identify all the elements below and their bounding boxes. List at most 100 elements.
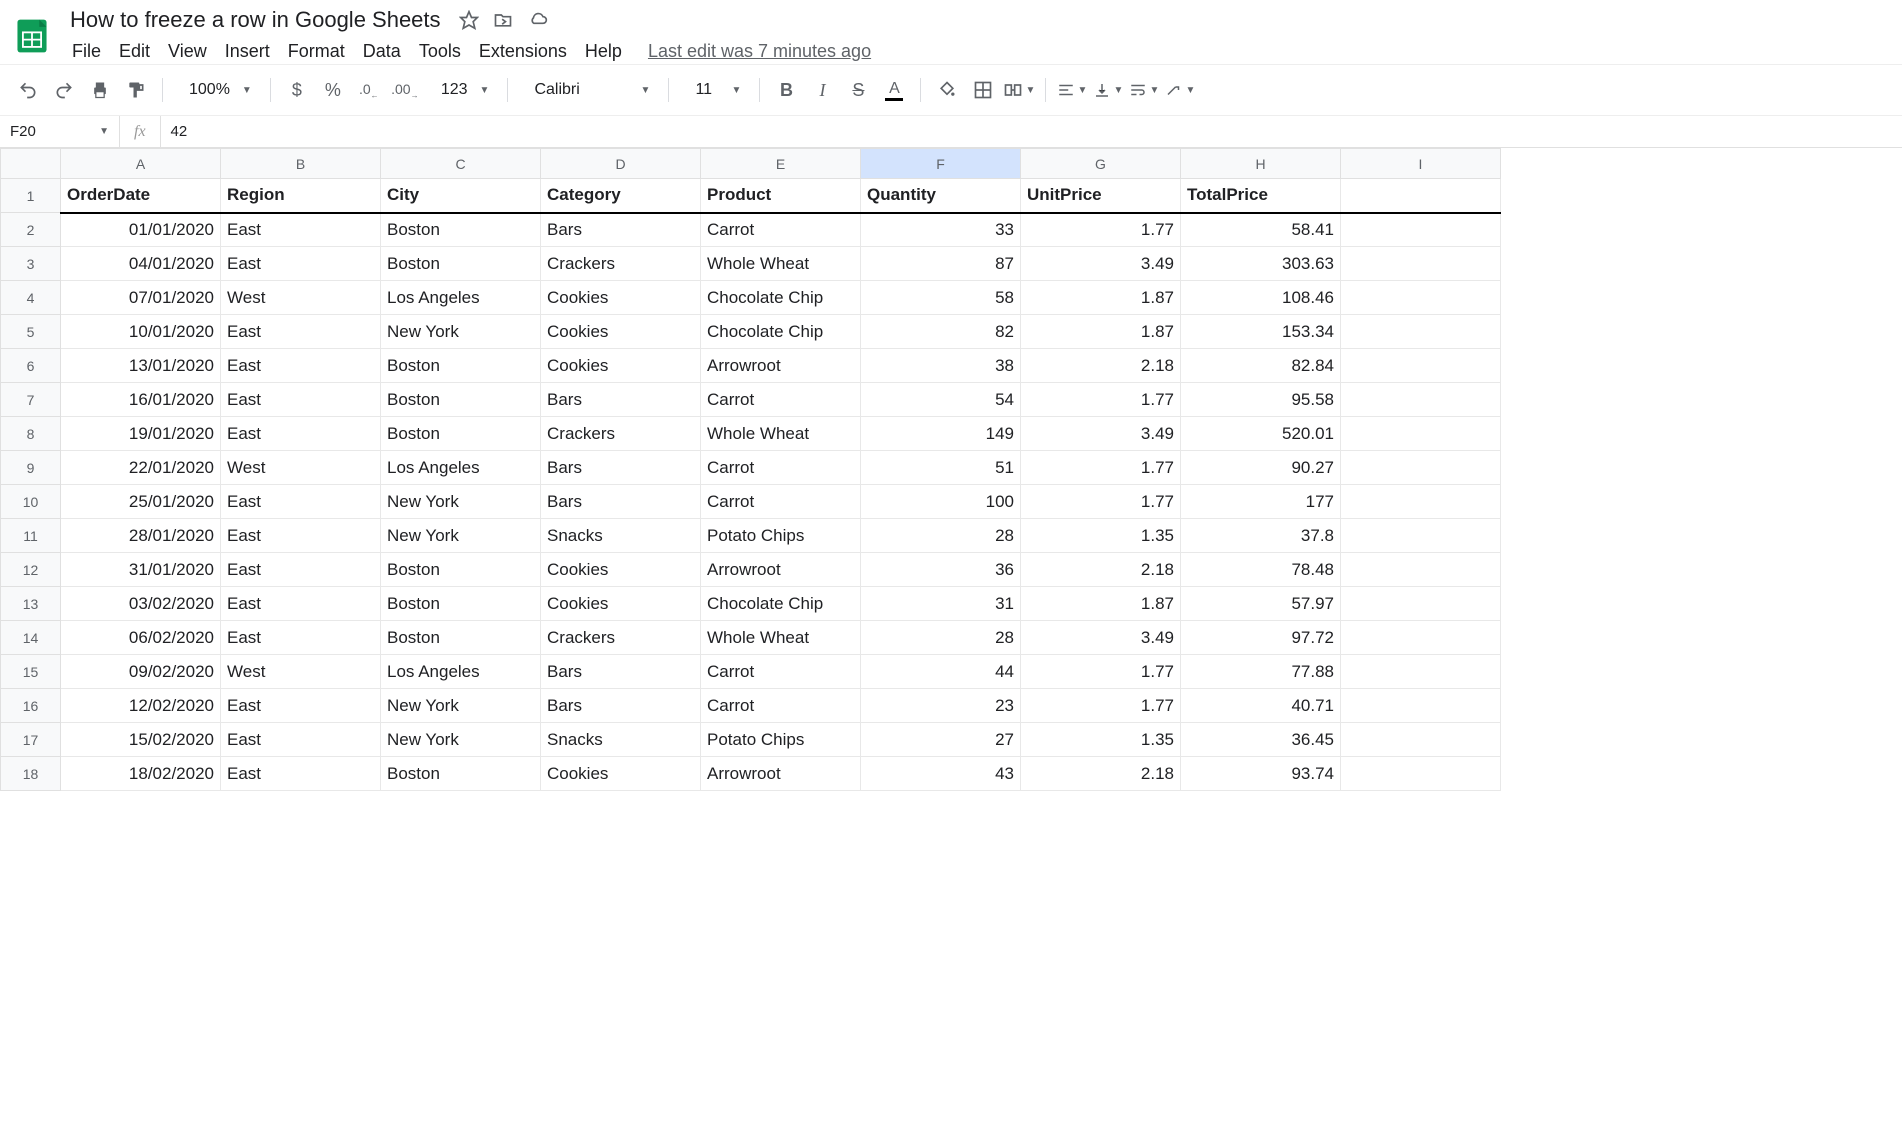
- cell-F1[interactable]: Quantity: [861, 179, 1021, 213]
- cell-C15[interactable]: Los Angeles: [381, 655, 541, 689]
- cell-I18[interactable]: [1341, 757, 1501, 791]
- cell-H18[interactable]: 93.74: [1181, 757, 1341, 791]
- cell-C17[interactable]: New York: [381, 723, 541, 757]
- percent-button[interactable]: %: [317, 74, 349, 106]
- cell-B5[interactable]: East: [221, 315, 381, 349]
- cell-D7[interactable]: Bars: [541, 383, 701, 417]
- cell-B14[interactable]: East: [221, 621, 381, 655]
- cell-B4[interactable]: West: [221, 281, 381, 315]
- cell-A16[interactable]: 12/02/2020: [61, 689, 221, 723]
- cell-F5[interactable]: 82: [861, 315, 1021, 349]
- cell-F7[interactable]: 54: [861, 383, 1021, 417]
- menu-insert[interactable]: Insert: [217, 37, 278, 66]
- menu-extensions[interactable]: Extensions: [471, 37, 575, 66]
- column-header-F[interactable]: F: [861, 149, 1021, 179]
- last-edit-link[interactable]: Last edit was 7 minutes ago: [648, 41, 871, 62]
- cell-F9[interactable]: 51: [861, 451, 1021, 485]
- cell-E18[interactable]: Arrowroot: [701, 757, 861, 791]
- cell-A6[interactable]: 13/01/2020: [61, 349, 221, 383]
- menu-view[interactable]: View: [160, 37, 215, 66]
- cell-H10[interactable]: 177: [1181, 485, 1341, 519]
- bold-button[interactable]: B: [770, 74, 802, 106]
- row-header-15[interactable]: 15: [1, 655, 61, 689]
- cell-E7[interactable]: Carrot: [701, 383, 861, 417]
- cell-B17[interactable]: East: [221, 723, 381, 757]
- cell-H8[interactable]: 520.01: [1181, 417, 1341, 451]
- star-icon[interactable]: [459, 10, 479, 30]
- row-header-17[interactable]: 17: [1, 723, 61, 757]
- spreadsheet-grid[interactable]: ABCDEFGHI 1OrderDateRegionCityCategoryPr…: [0, 148, 1902, 1094]
- cell-D11[interactable]: Snacks: [541, 519, 701, 553]
- cell-B6[interactable]: East: [221, 349, 381, 383]
- cell-C3[interactable]: Boston: [381, 247, 541, 281]
- cell-D15[interactable]: Bars: [541, 655, 701, 689]
- cell-F8[interactable]: 149: [861, 417, 1021, 451]
- cell-G10[interactable]: 1.77: [1021, 485, 1181, 519]
- column-header-A[interactable]: A: [61, 149, 221, 179]
- cell-D8[interactable]: Crackers: [541, 417, 701, 451]
- cell-I4[interactable]: [1341, 281, 1501, 315]
- text-rotation-button[interactable]: ▼: [1164, 74, 1196, 106]
- cell-F14[interactable]: 28: [861, 621, 1021, 655]
- cell-G2[interactable]: 1.77: [1021, 213, 1181, 247]
- italic-button[interactable]: I: [806, 74, 838, 106]
- cell-G6[interactable]: 2.18: [1021, 349, 1181, 383]
- paint-format-button[interactable]: [120, 74, 152, 106]
- cell-C12[interactable]: Boston: [381, 553, 541, 587]
- cell-H7[interactable]: 95.58: [1181, 383, 1341, 417]
- cell-A12[interactable]: 31/01/2020: [61, 553, 221, 587]
- cell-H14[interactable]: 97.72: [1181, 621, 1341, 655]
- cell-F17[interactable]: 27: [861, 723, 1021, 757]
- cell-A4[interactable]: 07/01/2020: [61, 281, 221, 315]
- cell-G8[interactable]: 3.49: [1021, 417, 1181, 451]
- cell-F2[interactable]: 33: [861, 213, 1021, 247]
- cell-D4[interactable]: Cookies: [541, 281, 701, 315]
- cell-E17[interactable]: Potato Chips: [701, 723, 861, 757]
- font-family-dropdown[interactable]: Calibri ▼: [518, 81, 658, 99]
- menu-format[interactable]: Format: [280, 37, 353, 66]
- row-header-5[interactable]: 5: [1, 315, 61, 349]
- column-header-E[interactable]: E: [701, 149, 861, 179]
- cell-D9[interactable]: Bars: [541, 451, 701, 485]
- cell-B15[interactable]: West: [221, 655, 381, 689]
- print-button[interactable]: [84, 74, 116, 106]
- row-header-14[interactable]: 14: [1, 621, 61, 655]
- cell-F4[interactable]: 58: [861, 281, 1021, 315]
- cell-B8[interactable]: East: [221, 417, 381, 451]
- cell-E10[interactable]: Carrot: [701, 485, 861, 519]
- cell-D5[interactable]: Cookies: [541, 315, 701, 349]
- cell-F3[interactable]: 87: [861, 247, 1021, 281]
- vertical-align-button[interactable]: ▼: [1092, 74, 1124, 106]
- cell-A9[interactable]: 22/01/2020: [61, 451, 221, 485]
- formula-input[interactable]: 42: [161, 123, 1902, 140]
- row-header-1[interactable]: 1: [1, 179, 61, 213]
- cell-E5[interactable]: Chocolate Chip: [701, 315, 861, 349]
- zoom-dropdown[interactable]: 100% ▼: [173, 81, 260, 99]
- cell-I16[interactable]: [1341, 689, 1501, 723]
- cell-H3[interactable]: 303.63: [1181, 247, 1341, 281]
- cell-A14[interactable]: 06/02/2020: [61, 621, 221, 655]
- cell-C10[interactable]: New York: [381, 485, 541, 519]
- cell-G9[interactable]: 1.77: [1021, 451, 1181, 485]
- select-all-corner[interactable]: [1, 149, 61, 179]
- menu-file[interactable]: File: [64, 37, 109, 66]
- cell-E14[interactable]: Whole Wheat: [701, 621, 861, 655]
- cell-E11[interactable]: Potato Chips: [701, 519, 861, 553]
- merge-cells-button[interactable]: ▼: [1003, 74, 1035, 106]
- cell-D13[interactable]: Cookies: [541, 587, 701, 621]
- cell-C5[interactable]: New York: [381, 315, 541, 349]
- cell-B2[interactable]: East: [221, 213, 381, 247]
- horizontal-align-button[interactable]: ▼: [1056, 74, 1088, 106]
- sheets-logo-icon[interactable]: [12, 16, 52, 56]
- cell-C2[interactable]: Boston: [381, 213, 541, 247]
- row-header-4[interactable]: 4: [1, 281, 61, 315]
- cell-G15[interactable]: 1.77: [1021, 655, 1181, 689]
- redo-button[interactable]: [48, 74, 80, 106]
- cell-F6[interactable]: 38: [861, 349, 1021, 383]
- cell-A15[interactable]: 09/02/2020: [61, 655, 221, 689]
- text-color-button[interactable]: A: [878, 74, 910, 106]
- cell-D14[interactable]: Crackers: [541, 621, 701, 655]
- name-box[interactable]: F20 ▼: [0, 116, 120, 147]
- cell-A11[interactable]: 28/01/2020: [61, 519, 221, 553]
- cell-E6[interactable]: Arrowroot: [701, 349, 861, 383]
